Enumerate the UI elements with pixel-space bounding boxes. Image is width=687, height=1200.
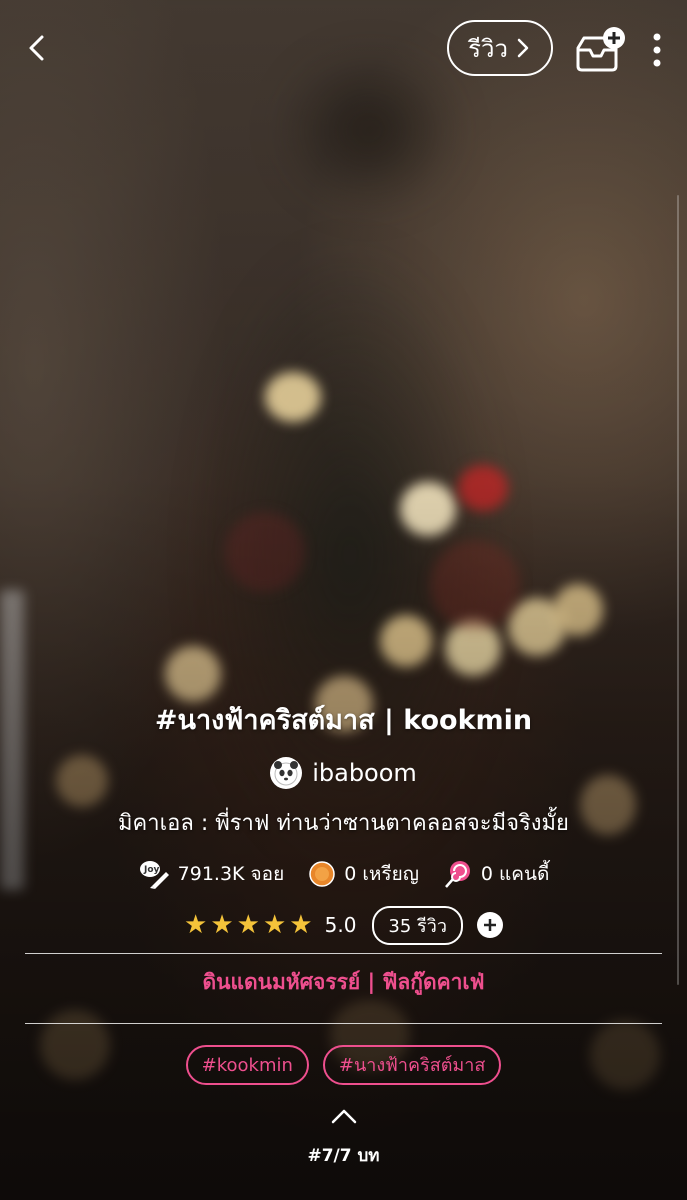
star-icon: ★	[289, 910, 313, 940]
coins-count: 0 เหรียญ	[344, 863, 419, 885]
review-button-label: รีวิว	[468, 34, 508, 63]
star-icon: ★	[210, 910, 234, 940]
add-review-button[interactable]	[476, 912, 503, 938]
add-to-shelf-icon	[576, 27, 625, 72]
divider	[25, 1023, 662, 1024]
star-icon: ★	[262, 910, 287, 940]
rating-value: 5.0	[324, 913, 357, 937]
tag-christmas-angel[interactable]: #นางฟ้าคริสต์มาส	[322, 1045, 502, 1085]
top-bar: รีวิว	[0, 0, 687, 100]
author-row[interactable]: ibaboom	[0, 746, 687, 800]
author-name[interactable]: ibaboom	[312, 759, 417, 787]
chevron-right-icon	[517, 38, 529, 58]
divider	[25, 953, 662, 954]
background-image	[0, 0, 687, 1200]
candy-icon	[444, 861, 470, 888]
tag-kookmin[interactable]: #kookmin	[185, 1045, 309, 1085]
story-subtitle: มิคาเอล : พี่ราฟ ท่านว่าซานตาคลอสจะมีจริ…	[118, 811, 569, 836]
avatar	[270, 757, 303, 789]
story-info: #นางฟ้าคริสต์มาส | kookmin ibaboom มิคาเ…	[0, 696, 687, 950]
stats-row: Joy 791.3K จอย 0 เหรียญ 0 แคนดี้	[0, 848, 687, 900]
add-to-shelf-button[interactable]	[570, 24, 630, 76]
plus-icon	[483, 919, 496, 931]
episode-indicator: #7/7 บท	[307, 1146, 380, 1166]
story-title: #นางฟ้าคริสต์มาส | kookmin	[154, 705, 533, 736]
coin-icon	[309, 861, 335, 887]
star-icon: ★	[184, 910, 208, 940]
back-arrow-icon	[29, 35, 44, 61]
review-button[interactable]: รีวิว	[447, 20, 553, 76]
joy-icon: Joy	[139, 861, 169, 889]
star-icon: ★	[236, 910, 260, 940]
back-button[interactable]	[18, 28, 58, 68]
more-vertical-icon	[653, 33, 661, 67]
rating-row: ★ ★ ★ ★ ★ 5.0 35 รีวิว	[0, 900, 687, 950]
candy-count: 0 แคนดี้	[480, 863, 550, 885]
views-count: 791.3K จอย	[177, 863, 285, 885]
star-rating: ★ ★ ★ ★ ★	[184, 912, 313, 938]
svg-text:Joy: Joy	[143, 865, 160, 875]
category-link[interactable]: ดินแดนมหัศจรรย์ | ฟีลกู๊ดคาเฟ่	[0, 966, 687, 999]
expand-button[interactable]	[329, 1106, 359, 1126]
tag-list: #kookmin #นางฟ้าคริสต์มาส	[0, 1045, 687, 1085]
review-count-button[interactable]: 35 รีวิว	[372, 905, 463, 945]
chevron-up-icon	[331, 1109, 357, 1124]
more-options-button[interactable]	[642, 28, 672, 72]
